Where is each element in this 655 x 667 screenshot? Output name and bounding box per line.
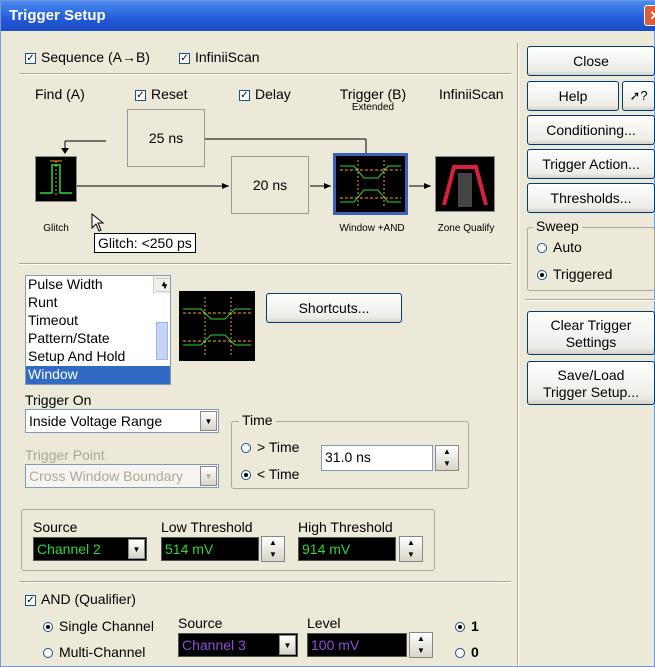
sweep-auto-radio[interactable]: Auto xyxy=(537,239,582,255)
radio-selected-icon xyxy=(241,470,251,481)
trigger-point-select: Cross Window Boundary ▼ xyxy=(25,464,219,488)
list-item[interactable]: Pulse Width xyxy=(26,276,170,294)
trigger-on-select[interactable]: Inside Voltage Range ▼ xyxy=(25,409,219,433)
check-icon: ✓ xyxy=(135,89,146,101)
window-waveform-icon xyxy=(340,160,401,208)
low-threshold-spinner[interactable] xyxy=(261,536,285,562)
conditioning-button[interactable]: Conditioning... xyxy=(527,115,655,145)
cursor-arrow-icon xyxy=(91,213,105,232)
radio-icon xyxy=(537,243,547,254)
list-item[interactable]: Setup And Hold xyxy=(26,348,170,366)
close-icon[interactable]: ✕ xyxy=(644,5,655,26)
infiniiscan-header: InfiniiScan xyxy=(439,86,504,102)
trigger-setup-window: Trigger Setup ✕ ✓Sequence (A→B) ✓Infinii… xyxy=(0,0,655,667)
list-item[interactable]: Runt xyxy=(26,294,170,312)
pointer-question-icon: ➚? xyxy=(629,88,648,103)
qualifier-source-select[interactable]: Channel 3 ▼ xyxy=(178,633,298,657)
list-scrollbar[interactable]: ▲ ▼ xyxy=(153,276,170,360)
delay-checkbox[interactable]: ✓ Delay xyxy=(239,86,291,102)
zone-caption: Zone Qualify xyxy=(437,223,495,234)
window-caption: Window +AND xyxy=(339,223,405,234)
chevron-down-icon: ▼ xyxy=(128,539,145,559)
divider xyxy=(19,263,511,265)
window-preview-waveform-icon xyxy=(183,297,251,357)
logic-one-radio[interactable]: 1 xyxy=(455,618,479,634)
time-spinner[interactable] xyxy=(435,445,459,471)
divider xyxy=(19,581,511,583)
divider xyxy=(19,73,511,75)
high-threshold-spinner[interactable] xyxy=(399,536,423,562)
low-threshold-label: Low Threshold xyxy=(161,519,253,535)
reset-checkbox[interactable]: ✓ Reset xyxy=(135,86,188,102)
multi-channel-radio[interactable]: Multi-Channel xyxy=(43,644,145,660)
check-icon: ✓ xyxy=(25,52,36,64)
trigger-on-label: Trigger On xyxy=(25,392,92,408)
chevron-down-icon: ▼ xyxy=(279,635,296,655)
delay-time-box[interactable]: 20 ns xyxy=(231,156,309,214)
window-event-icon[interactable] xyxy=(333,153,408,215)
glitch-tooltip: Glitch: <250 ps xyxy=(94,233,196,253)
low-threshold-input[interactable]: 514 mV xyxy=(161,537,259,561)
divider xyxy=(525,299,655,301)
qualifier-level-label: Level xyxy=(307,615,341,631)
qualifier-level-input[interactable]: 100 mV xyxy=(307,633,407,657)
check-icon: ✓ xyxy=(239,89,250,101)
window-preview-icon xyxy=(179,291,255,361)
high-threshold-label: High Threshold xyxy=(298,519,393,535)
check-icon: ✓ xyxy=(25,594,36,606)
radio-selected-icon xyxy=(455,622,465,633)
radio-icon xyxy=(241,443,251,454)
source-select[interactable]: Channel 2 ▼ xyxy=(33,537,147,561)
logic-zero-radio[interactable]: 0 xyxy=(455,644,479,660)
zone-qualify-icon[interactable] xyxy=(435,156,495,212)
trigger-type-list[interactable]: Pulse Width Runt Timeout Pattern/State S… xyxy=(25,275,171,385)
chevron-down-icon: ▼ xyxy=(200,411,217,431)
vertical-divider xyxy=(517,43,519,665)
high-threshold-input[interactable]: 914 mV xyxy=(298,537,396,561)
reset-time-box[interactable]: 25 ns xyxy=(127,109,205,167)
help-button[interactable]: Help xyxy=(527,81,619,111)
radio-icon xyxy=(455,648,465,659)
source-label: Source xyxy=(33,519,78,535)
and-qualifier-checkbox[interactable]: ✓ AND (Qualifier) xyxy=(25,591,136,607)
whats-this-button[interactable]: ➚? xyxy=(622,81,655,111)
title-bar: Trigger Setup ✕ xyxy=(1,1,655,31)
close-button[interactable]: Close xyxy=(527,46,655,76)
thresholds-button[interactable]: Thresholds... xyxy=(527,183,655,213)
trigger-action-button[interactable]: Trigger Action... xyxy=(527,149,655,179)
radio-selected-icon xyxy=(537,270,547,281)
greater-time-radio[interactable]: > Time xyxy=(241,439,299,455)
chevron-down-icon: ▼ xyxy=(200,466,217,486)
shortcuts-button[interactable]: Shortcuts... xyxy=(266,293,402,323)
infiniiscan-checkbox[interactable]: ✓ InfiniiScan xyxy=(179,49,260,65)
list-item[interactable]: Pattern/State xyxy=(26,330,170,348)
scroll-thumb[interactable] xyxy=(156,322,168,360)
save-load-trigger-setup-button[interactable]: Save/Load Trigger Setup... xyxy=(527,361,655,405)
radio-icon xyxy=(43,648,53,659)
sweep-group-label: Sweep xyxy=(533,218,582,234)
glitch-caption: Glitch xyxy=(43,223,69,234)
glitch-waveform-icon xyxy=(40,160,72,197)
sequence-checkbox[interactable]: ✓ Sequence (A→B) xyxy=(25,49,150,65)
window-title: Trigger Setup xyxy=(9,7,106,24)
find-header: Find (A) xyxy=(35,86,85,102)
scroll-down-icon[interactable]: ▼ xyxy=(156,278,170,294)
qualifier-source-label: Source xyxy=(178,615,223,631)
list-item[interactable]: Timeout xyxy=(26,312,170,330)
trigger-point-label: Trigger Point xyxy=(25,447,105,463)
clear-trigger-settings-button[interactable]: Clear Trigger Settings xyxy=(527,311,655,355)
time-value-input[interactable]: 31.0 ns xyxy=(321,445,433,471)
check-icon: ✓ xyxy=(179,52,190,64)
time-group-label: Time xyxy=(239,412,276,428)
glitch-event-icon[interactable] xyxy=(35,156,77,202)
single-channel-radio[interactable]: Single Channel xyxy=(43,618,154,634)
zone-waveform-icon xyxy=(442,165,488,207)
less-time-radio[interactable]: < Time xyxy=(241,466,299,482)
radio-selected-icon xyxy=(43,622,53,633)
qualifier-level-spinner[interactable] xyxy=(409,632,433,658)
list-item-selected[interactable]: Window xyxy=(26,366,170,384)
sweep-triggered-radio[interactable]: Triggered xyxy=(537,266,612,282)
